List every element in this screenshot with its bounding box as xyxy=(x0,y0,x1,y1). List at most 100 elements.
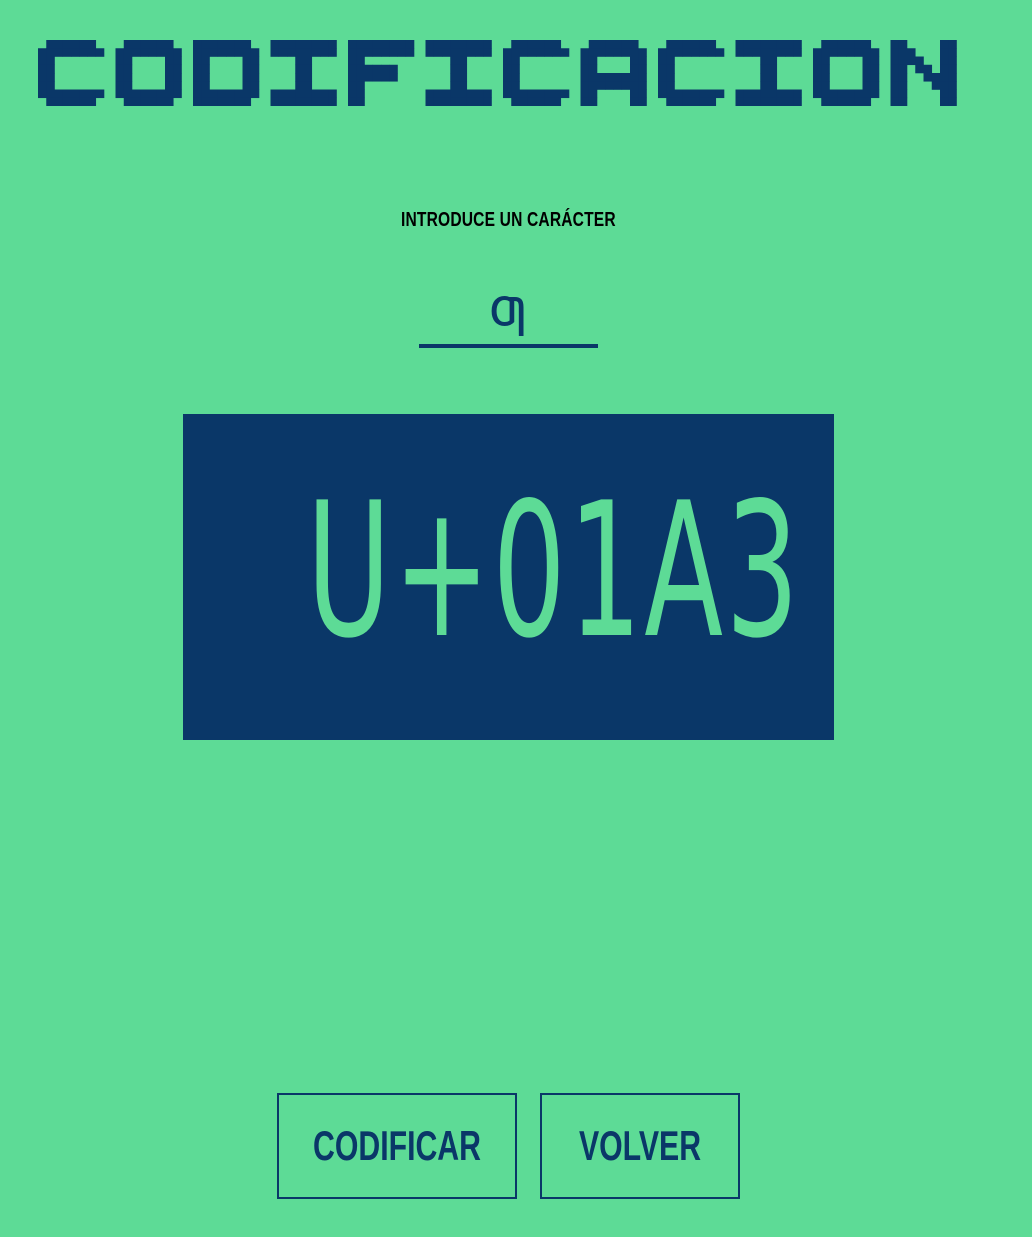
title-pixel xyxy=(156,48,166,57)
title-pixel xyxy=(250,64,260,74)
title-pixel xyxy=(381,64,390,74)
character-input[interactable] xyxy=(419,272,598,348)
title-pixel xyxy=(156,97,166,106)
title-pixel xyxy=(829,89,839,99)
title-pixel xyxy=(38,56,47,66)
title-pixel xyxy=(356,97,365,106)
title-pixel xyxy=(311,48,321,57)
title-pixel xyxy=(768,89,778,99)
title-pixel xyxy=(544,89,553,99)
title-pixel xyxy=(217,97,227,106)
title-pixel xyxy=(201,81,210,90)
title-pixel xyxy=(605,40,614,49)
title-pixel xyxy=(707,89,717,99)
title-pixel xyxy=(768,56,778,66)
title-pixel xyxy=(148,97,158,106)
title-pixel xyxy=(776,48,786,57)
title-pixel xyxy=(450,64,459,74)
title-pixel xyxy=(201,48,210,57)
title-pixel xyxy=(95,48,105,57)
title-pixel xyxy=(682,40,692,49)
title-pixel xyxy=(597,73,606,82)
title-pixel xyxy=(295,89,304,99)
title-pixel xyxy=(580,81,590,90)
title-pixel xyxy=(666,81,675,90)
title-pixel xyxy=(234,48,243,57)
title-pixel xyxy=(46,97,55,106)
title-pixel xyxy=(458,81,468,90)
title-pixel xyxy=(511,56,520,66)
title-pixel xyxy=(898,56,908,66)
title-pixel xyxy=(588,89,598,99)
title-pixel xyxy=(250,89,260,99)
title-pixel xyxy=(760,97,769,106)
title-pixel xyxy=(890,64,900,74)
title-pixel xyxy=(87,40,97,49)
title-pixel xyxy=(46,73,55,82)
title-pixel xyxy=(898,40,908,49)
unicode-code-point: U+01A3 xyxy=(306,462,802,679)
title-pixel xyxy=(630,73,639,82)
title-pixel xyxy=(898,97,908,106)
title-pixel xyxy=(898,89,908,99)
title-pixel xyxy=(54,97,64,106)
title-pixel xyxy=(389,48,398,57)
title-pixel xyxy=(38,81,47,90)
title-pixel xyxy=(837,40,847,49)
title-pixel xyxy=(699,97,708,106)
title-pixel xyxy=(483,89,492,99)
title-pixel xyxy=(123,81,133,90)
title-pixel xyxy=(674,89,684,99)
title-pixel xyxy=(115,73,125,82)
title-pixel xyxy=(793,97,802,106)
title-pixel xyxy=(450,48,459,57)
title-pixel xyxy=(682,89,692,99)
title-pixel xyxy=(503,48,512,57)
title-pixel xyxy=(511,73,520,82)
title-pixel xyxy=(234,97,243,106)
title-pixel xyxy=(209,89,219,99)
title-pixel xyxy=(948,89,957,99)
title-pixel xyxy=(552,48,562,57)
title-pixel xyxy=(613,81,623,90)
title-pixel xyxy=(588,40,598,49)
title-pixel xyxy=(442,89,451,99)
title-pixel xyxy=(870,64,880,74)
title-pixel xyxy=(320,89,329,99)
title-pixel xyxy=(923,64,933,74)
title-pixel xyxy=(907,48,916,57)
title-pixel xyxy=(931,73,941,82)
title-pixel xyxy=(658,81,667,90)
title-pixel xyxy=(854,97,863,106)
encode-button[interactable]: CODIFICAR xyxy=(277,1093,517,1199)
title-pixel xyxy=(123,40,133,49)
title-pixel xyxy=(278,89,288,99)
back-button[interactable]: VOLVER xyxy=(540,1093,740,1199)
title-pixel xyxy=(854,48,863,57)
title-pixel xyxy=(560,48,570,57)
title-pixel xyxy=(638,97,647,106)
title-pixel xyxy=(458,89,468,99)
title-pixel xyxy=(658,64,667,74)
title-pixel xyxy=(621,48,631,57)
title-pixel xyxy=(821,89,830,99)
title-pixel xyxy=(682,48,692,57)
title-pixel xyxy=(348,40,357,49)
title-pixel xyxy=(870,89,880,99)
title-pixel xyxy=(132,97,141,106)
title-pixel xyxy=(580,48,590,57)
title-pixel xyxy=(458,64,468,74)
title-pixel xyxy=(226,97,235,106)
title-pixel xyxy=(46,56,55,66)
title-pixel xyxy=(433,89,443,99)
title-pixel xyxy=(536,97,545,106)
title-pixel xyxy=(630,56,639,66)
title-pixel xyxy=(173,73,182,82)
title-pixel xyxy=(156,89,166,99)
title-pixel xyxy=(193,81,202,90)
title-pixel xyxy=(536,40,545,49)
title-pixel xyxy=(699,89,708,99)
title-pixel xyxy=(948,48,957,57)
title-pixel xyxy=(588,48,598,57)
title-pixel xyxy=(707,97,717,106)
